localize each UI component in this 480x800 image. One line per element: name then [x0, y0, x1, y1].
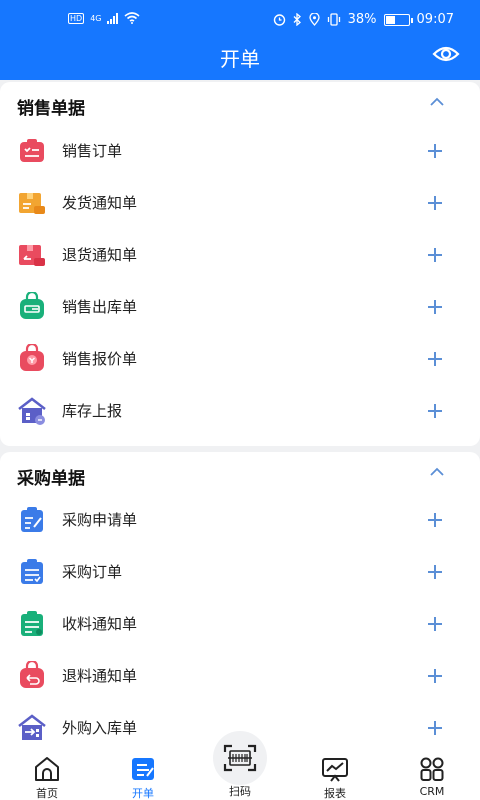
tab-label: 首页	[36, 787, 58, 800]
tab-order[interactable]: 开单	[108, 756, 178, 800]
scan-icon	[223, 744, 257, 772]
purchase-inbound-icon	[18, 714, 46, 740]
scan-button[interactable]	[213, 731, 267, 785]
list-item-label: 销售报价单	[62, 350, 138, 368]
battery-percent: 38%	[347, 12, 377, 27]
add-icon[interactable]	[428, 404, 442, 418]
list-item-label: 退料通知单	[62, 667, 138, 685]
sales-documents-card: 销售单据 销售订单 发货通知单 退货通知单 销售出库单 销售报价单 库存上报	[0, 82, 480, 446]
receiving-notice-icon	[21, 611, 43, 636]
hd-badge: HD	[68, 12, 85, 24]
add-icon[interactable]	[428, 144, 442, 158]
location-icon	[308, 13, 320, 26]
add-icon[interactable]	[428, 196, 442, 210]
list-item-label: 外购入库单	[62, 719, 138, 737]
list-item-return-notice[interactable]: 退货通知单	[0, 230, 480, 282]
purchase-order-icon	[21, 559, 43, 584]
list-item-purchase-request[interactable]: 采购申请单	[0, 495, 480, 547]
list-item-delivery-notice[interactable]: 发货通知单	[0, 178, 480, 230]
sales-section-title: 销售单据	[17, 99, 85, 119]
list-item-label: 销售出库单	[62, 298, 138, 316]
apps-grid-icon	[420, 757, 444, 781]
list-item-label: 库存上报	[62, 402, 123, 420]
bluetooth-icon	[293, 13, 301, 26]
tab-label: CRM	[419, 785, 445, 798]
purchase-documents-card: 采购单据 采购申请单 采购订单 收料通知单 退料通知单 外购入库单	[0, 452, 480, 752]
home-icon	[35, 757, 59, 781]
page-title: 开单	[220, 47, 260, 71]
add-icon[interactable]	[428, 617, 442, 631]
tab-report[interactable]: 报表	[300, 756, 370, 800]
sales-quote-icon	[20, 344, 44, 371]
chevron-up-icon[interactable]	[430, 467, 444, 477]
sales-order-icon	[20, 139, 44, 162]
signal-icon	[107, 12, 119, 24]
purchase-section-title: 采购单据	[17, 469, 85, 489]
wifi-icon	[124, 12, 141, 24]
tab-crm[interactable]: CRM	[397, 756, 467, 798]
chevron-up-icon[interactable]	[430, 97, 444, 107]
scan-label: 扫码	[229, 785, 251, 798]
add-icon[interactable]	[428, 669, 442, 683]
list-item-receiving-notice[interactable]: 收料通知单	[0, 599, 480, 651]
add-icon[interactable]	[428, 300, 442, 314]
eye-icon[interactable]	[432, 42, 460, 66]
add-icon[interactable]	[428, 248, 442, 262]
document-icon	[132, 758, 154, 780]
return-notice-icon	[19, 245, 45, 266]
tab-home[interactable]: 首页	[12, 756, 82, 800]
list-item-purchase-order[interactable]: 采购订单	[0, 547, 480, 599]
add-icon[interactable]	[428, 513, 442, 527]
battery-icon	[383, 13, 413, 26]
list-item-label: 发货通知单	[62, 194, 138, 212]
sales-outbound-icon	[20, 292, 44, 319]
list-item-label: 退货通知单	[62, 246, 138, 264]
list-item-label: 采购订单	[62, 563, 123, 581]
alarm-icon	[273, 14, 285, 26]
app-header: 开单	[0, 38, 480, 80]
purchase-request-icon	[21, 507, 43, 532]
clock: 09:07	[416, 12, 454, 27]
list-item-sales-outbound[interactable]: 销售出库单	[0, 282, 480, 334]
report-chart-icon	[322, 758, 348, 782]
list-item-label: 销售订单	[62, 142, 123, 160]
list-item-sales-order[interactable]: 销售订单	[0, 126, 480, 178]
vibrate-icon	[327, 13, 340, 26]
list-item-stock-report[interactable]: 库存上报	[0, 386, 480, 438]
add-icon[interactable]	[428, 721, 442, 735]
list-item-material-return[interactable]: 退料通知单	[0, 651, 480, 703]
list-item-label: 采购申请单	[62, 511, 138, 529]
list-item-label: 收料通知单	[62, 615, 138, 633]
material-return-icon	[20, 661, 44, 688]
tab-label: 报表	[324, 787, 346, 800]
status-bar: HD 4G 38% 09:07	[0, 0, 480, 38]
add-icon[interactable]	[428, 352, 442, 366]
list-item-sales-quote[interactable]: 销售报价单	[0, 334, 480, 386]
tab-label: 开单	[132, 787, 154, 800]
stock-report-icon	[18, 397, 46, 425]
add-icon[interactable]	[428, 565, 442, 579]
delivery-notice-icon	[19, 193, 45, 214]
network-type: 4G	[90, 13, 102, 23]
